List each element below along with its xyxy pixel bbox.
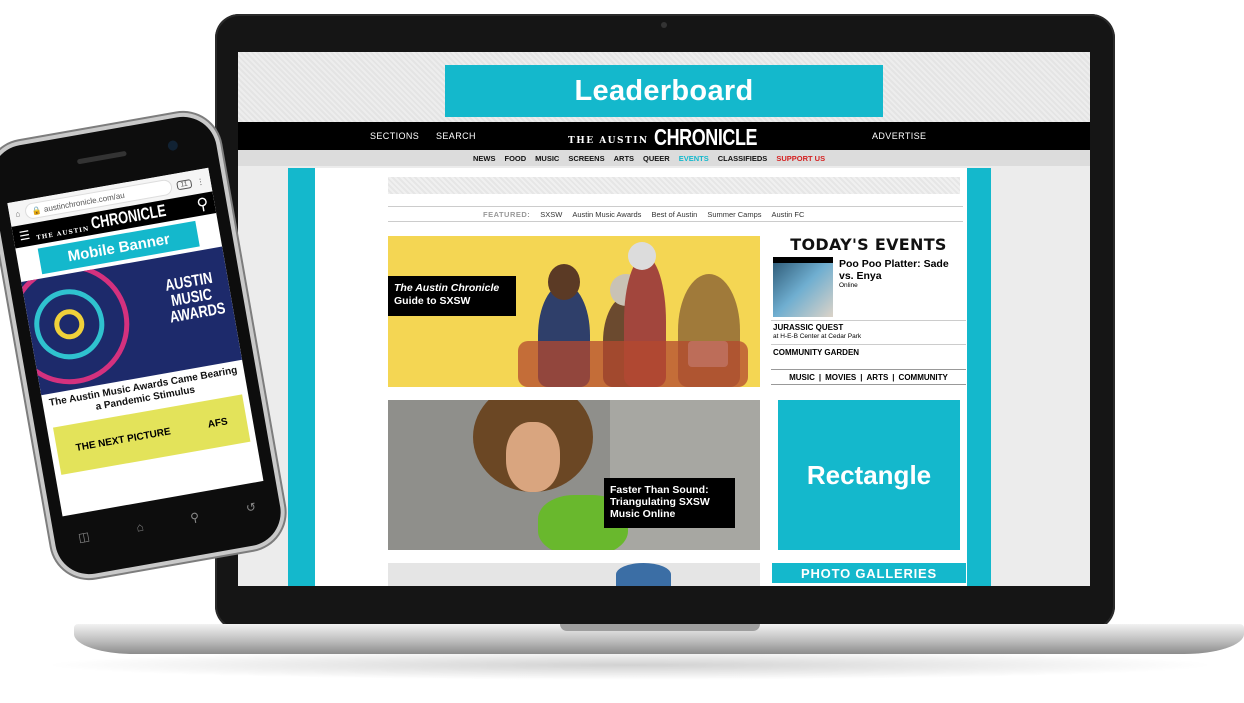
nav-music[interactable]: MUSIC <box>535 154 559 163</box>
phone-screen: ⌂ 🔒 austinchronicle.com/au 11 ⋮ ☰ THE AU… <box>7 167 264 517</box>
ad-strip <box>388 177 960 194</box>
separator: | <box>818 372 822 382</box>
featured-item[interactable]: Austin FC <box>772 210 805 219</box>
advertise-link[interactable]: ADVERTISE <box>872 131 926 141</box>
hamburger-icon[interactable]: ☰ <box>18 228 31 244</box>
phone-camera <box>167 139 179 152</box>
left-skin-ad[interactable] <box>288 168 315 586</box>
nav-arts[interactable]: ARTS <box>614 154 634 163</box>
event-category-movies[interactable]: MOVIES <box>825 373 856 382</box>
home-icon[interactable]: ⌂ <box>15 209 21 219</box>
recent-apps-icon[interactable]: ◫ <box>77 529 91 545</box>
nav-events[interactable]: EVENTS <box>679 154 709 163</box>
featured-item[interactable]: SXSW <box>540 210 562 219</box>
event-categories: MUSIC | MOVIES | ARTS | COMMUNITY <box>771 369 966 385</box>
hero-caption-line: The Austin Chronicle <box>394 282 500 294</box>
hero-caption-line: Guide to SXSW <box>394 295 471 307</box>
hero-caption: Faster Than Sound: Triangulating SXSW Mu… <box>604 478 735 528</box>
hero-caption-line: Music Online <box>610 508 676 520</box>
hero-caption-line: Faster Than Sound: <box>610 484 709 496</box>
search-link[interactable]: SEARCH <box>436 131 476 141</box>
separator: | <box>860 372 863 382</box>
hero-sxsw-guide[interactable]: The Austin Chronicle Guide to SXSW <box>388 236 760 387</box>
separator: | <box>892 372 895 382</box>
tab-count-button[interactable]: 11 <box>175 178 193 190</box>
event-title[interactable]: COMMUNITY GARDEN <box>773 348 859 357</box>
divider <box>771 320 966 321</box>
search-icon[interactable]: ⚲ <box>195 193 210 215</box>
hero-faster-than-sound[interactable]: Faster Than Sound: Triangulating SXSW Mu… <box>388 400 760 550</box>
ad-text: THE NEXT PICTURE <box>74 425 172 454</box>
hero-third-story[interactable] <box>388 563 760 586</box>
event-category-music[interactable]: MUSIC <box>789 373 815 382</box>
menu-icon[interactable]: ⋮ <box>196 176 205 186</box>
hero-portrait-face <box>506 422 560 492</box>
art-title: AUSTIN MUSIC AWARDS <box>163 269 227 327</box>
featured-label: FEATURED: <box>483 209 531 219</box>
nav-news[interactable]: NEWS <box>473 154 496 163</box>
site-logo[interactable]: THE AUSTIN CHRONICLE <box>568 124 786 151</box>
event-thumbnail[interactable] <box>773 257 833 317</box>
event-category-arts[interactable]: ARTS <box>867 373 889 382</box>
phone-speaker <box>76 150 127 165</box>
section-nav: NEWS FOOD MUSIC SCREENS ARTS QUEER EVENT… <box>238 150 1090 166</box>
event-subtitle: at H-E-B Center at Cedar Park <box>773 333 862 340</box>
nav-screens[interactable]: SCREENS <box>568 154 604 163</box>
featured-item[interactable]: Austin Music Awards <box>572 210 641 219</box>
hero-caption: The Austin Chronicle Guide to SXSW <box>388 276 516 316</box>
laptop-shadow <box>40 650 1220 680</box>
events-heading: TODAY'S EVENTS <box>790 235 947 254</box>
hero-couch <box>518 341 748 387</box>
hero-caption-line: Triangulating SXSW <box>610 496 710 508</box>
logo-small-text: THE AUSTIN <box>35 225 91 242</box>
featured-item[interactable]: Best of Austin <box>651 210 697 219</box>
site-topbar: SECTIONS SEARCH THE AUSTIN CHRONICLE ADV… <box>238 122 1090 150</box>
divider <box>771 344 966 345</box>
laptop-screen: Leaderboard SECTIONS SEARCH THE AUSTIN C… <box>238 52 1090 586</box>
sections-link[interactable]: SECTIONS <box>370 131 419 141</box>
event-title[interactable]: Poo Poo Platter: Sade vs. Enya <box>839 258 965 282</box>
rectangle-ad[interactable]: Rectangle <box>778 400 960 550</box>
featured-bar: FEATURED: SXSW Austin Music Awards Best … <box>388 206 963 222</box>
nav-classifieds[interactable]: CLASSIFIEDS <box>718 154 768 163</box>
home-button-icon[interactable]: ⌂ <box>135 520 145 535</box>
leaderboard-ad[interactable]: Leaderboard <box>445 65 883 117</box>
ad-text: AFS <box>206 415 229 431</box>
laptop-camera <box>661 22 667 28</box>
event-title[interactable]: JURASSIC QUEST <box>773 323 843 332</box>
search-icon[interactable]: ⚲ <box>189 510 200 525</box>
hero-person-head <box>548 264 580 300</box>
mockup-stage: Leaderboard SECTIONS SEARCH THE AUSTIN C… <box>0 0 1244 703</box>
todays-events: TODAY'S EVENTS Poo Poo Platter: Sade vs.… <box>771 232 966 388</box>
nav-food[interactable]: FOOD <box>505 154 527 163</box>
logo-big-text: CHRONICLE <box>653 124 758 150</box>
featured-item[interactable]: Summer Camps <box>707 210 761 219</box>
event-subtitle: Online <box>839 282 858 289</box>
event-category-community[interactable]: COMMUNITY <box>899 373 948 382</box>
hero-person-head <box>628 242 656 270</box>
hero-third-image <box>616 563 671 586</box>
logo-small-text: THE AUSTIN <box>568 136 649 146</box>
nav-queer[interactable]: QUEER <box>643 154 670 163</box>
right-skin-ad[interactable] <box>967 168 991 586</box>
photo-galleries-header[interactable]: PHOTO GALLERIES <box>772 563 966 583</box>
back-icon[interactable]: ↺ <box>245 500 257 516</box>
nav-support-us[interactable]: SUPPORT US <box>776 154 825 163</box>
laptop-notch <box>560 624 760 631</box>
